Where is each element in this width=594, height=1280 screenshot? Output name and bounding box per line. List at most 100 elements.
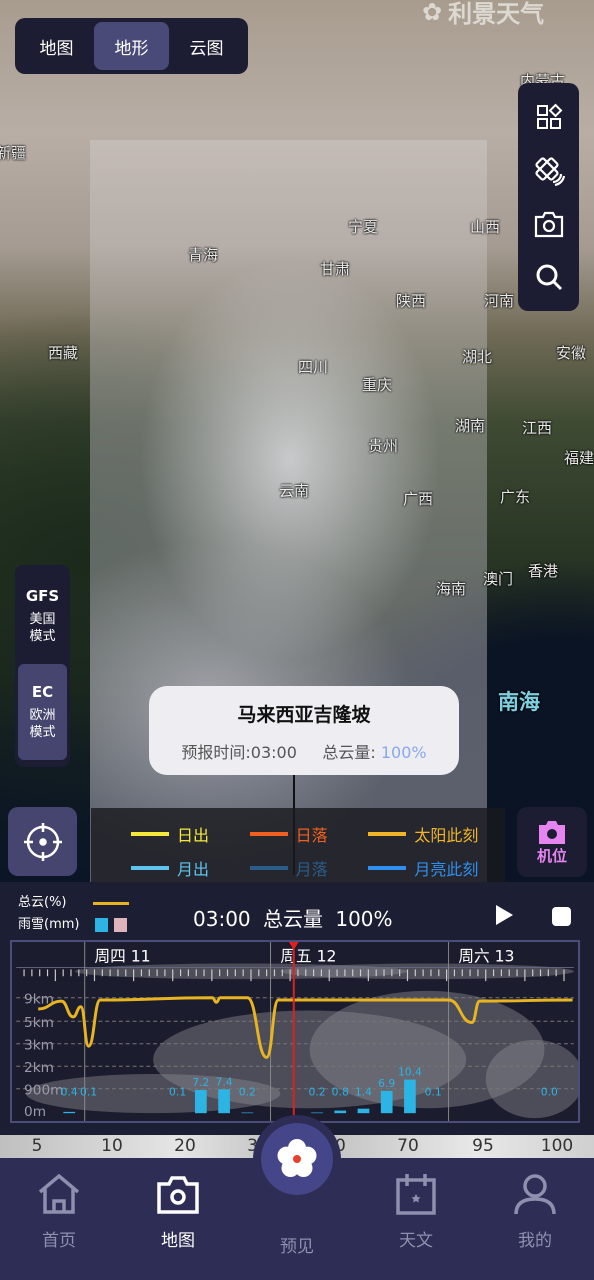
rain-bar <box>194 1089 207 1114</box>
map-label: 福建 <box>564 449 594 467</box>
map-label: 江西 <box>522 419 553 437</box>
location-popup[interactable]: 马来西亚吉隆坡 预报时间:03:00 总云量: 100% <box>149 686 459 775</box>
legend-sunset: 日落 <box>249 820 355 848</box>
rain-label: 10.4 <box>398 1066 422 1079</box>
model-switcher: GFS 美国模式 EC 欧洲模式 <box>15 565 70 767</box>
scale-label: 95 <box>472 1136 494 1156</box>
map-type-map[interactable]: 地图 <box>19 22 94 70</box>
legend-moonset: 月落 <box>249 854 355 882</box>
chart-legend: 总云(%) 雨雪(mm) <box>18 892 129 936</box>
crosshair-icon <box>23 822 62 861</box>
stop-icon[interactable] <box>552 907 571 926</box>
rain-bar <box>357 1108 370 1114</box>
sea-label: 南海 <box>498 690 540 714</box>
home-icon <box>38 1173 80 1214</box>
y-tick-label: 2km <box>24 1060 54 1076</box>
map-label: 湖南 <box>455 417 486 435</box>
search-icon[interactable] <box>534 262 564 292</box>
nav-me[interactable]: 我的 <box>490 1172 580 1251</box>
camera-icon <box>157 1176 199 1214</box>
map-label: 山西 <box>470 218 501 236</box>
camera-icon <box>539 820 565 844</box>
cloud-blob <box>280 963 574 980</box>
map-label: 广西 <box>403 490 434 508</box>
rain-bar <box>218 1089 230 1114</box>
location-name: 马来西亚吉隆坡 <box>237 704 371 726</box>
y-tick-label: 0m <box>24 1104 46 1120</box>
model-ec[interactable]: EC 欧洲模式 <box>18 664 67 760</box>
forecast-time: 预报时间:03:00 <box>181 743 297 762</box>
rain-bar <box>311 1112 323 1114</box>
cloud-label: 总云量: <box>322 743 381 762</box>
rain-label: 0.2 <box>308 1086 325 1099</box>
map-label: 重庆 <box>362 376 393 394</box>
scale-label: 10 <box>101 1136 123 1156</box>
map-label: 海南 <box>436 580 467 598</box>
nav-astronomy[interactable]: 天文 <box>371 1172 461 1251</box>
map-label: 陕西 <box>396 292 427 310</box>
map-label: 河南 <box>484 292 515 310</box>
y-tick-label: 3km <box>24 1038 54 1054</box>
user-icon <box>514 1174 556 1215</box>
day-label: 周四 11 <box>94 947 150 966</box>
map-label: 甘肃 <box>320 260 351 278</box>
rain-label: 1.4 <box>355 1086 372 1099</box>
map-label: 西藏 <box>48 344 79 362</box>
map-label: 澳门 <box>483 570 514 588</box>
rain-label: 0.8 <box>332 1086 349 1099</box>
rain-label: 0.4 <box>61 1086 78 1099</box>
play-icon[interactable] <box>494 904 514 926</box>
camera-position-button[interactable]: 机位 <box>517 807 587 877</box>
rain-label: 0.1 <box>425 1086 442 1099</box>
map-label: 四川 <box>298 358 329 376</box>
rain-label: 7.4 <box>216 1075 233 1088</box>
current-reading: 03:00 总云量 100% <box>193 907 393 931</box>
legend-sun-now: 太阳此刻 <box>368 820 505 848</box>
map-type-switch: 地图 地形 云图 <box>15 18 248 74</box>
rain-label: 0.1 <box>80 1086 97 1099</box>
nav-map[interactable]: 地图 <box>133 1172 223 1251</box>
map-label: 新疆 <box>0 144 27 162</box>
legend-moonrise: 月出 <box>131 854 236 882</box>
map-toolbar <box>518 83 579 311</box>
flower-logo-icon <box>277 1139 317 1177</box>
map-type-terrain[interactable]: 地形 <box>94 22 169 70</box>
rain-label: 7.2 <box>192 1076 209 1089</box>
day-label: 周五 12 <box>280 947 336 966</box>
legend-sunrise: 日出 <box>131 820 236 848</box>
rain-label: 0.0 <box>541 1086 558 1099</box>
camera-icon[interactable] <box>533 209 565 239</box>
rain-label: 0.1 <box>169 1086 186 1099</box>
map-label: 贵州 <box>368 437 399 455</box>
rain-bar <box>380 1090 393 1114</box>
satellite-icon[interactable] <box>533 154 565 186</box>
scale-label: 20 <box>174 1136 196 1156</box>
rain-bar <box>241 1112 254 1114</box>
legend-moon-now: 月亮此刻 <box>368 854 505 882</box>
rain-bar <box>334 1110 347 1114</box>
cloud-timeline-chart[interactable]: 9km5km3km2km900m0m周四 11 周五 12 周六 130.4 0.1 0… <box>10 940 580 1123</box>
nav-preview[interactable]: 预见 <box>252 1232 342 1257</box>
layers-icon[interactable] <box>535 103 563 131</box>
y-tick-label: 900m <box>24 1083 63 1099</box>
map-label: 湖北 <box>462 348 493 366</box>
map-label: 云南 <box>279 482 310 500</box>
rain-bar <box>63 1111 76 1114</box>
model-gfs[interactable]: GFS 美国模式 <box>18 568 67 664</box>
scale-label: 70 <box>397 1136 419 1156</box>
map-label: 青海 <box>188 246 219 264</box>
rain-label: 6.9 <box>378 1077 395 1090</box>
rain-label: 0.2 <box>239 1086 256 1099</box>
sun-moon-legend: 日出 日落 太阳此刻 月出 月落 月亮此刻 <box>91 808 505 882</box>
nav-home[interactable]: 首页 <box>14 1172 104 1251</box>
locate-button[interactable] <box>8 807 77 876</box>
flower-logo-icon: ✿ <box>422 0 443 26</box>
map-type-cloud[interactable]: 云图 <box>169 22 244 70</box>
scale-label: 5 <box>31 1136 43 1156</box>
scale-label: 100 <box>540 1136 574 1156</box>
cloud-value: 100% <box>380 743 427 762</box>
map-label: 香港 <box>528 562 559 580</box>
preview-center-button[interactable] <box>261 1123 333 1195</box>
map-label: 安徽 <box>556 344 587 362</box>
cloud-blob <box>485 1039 578 1119</box>
